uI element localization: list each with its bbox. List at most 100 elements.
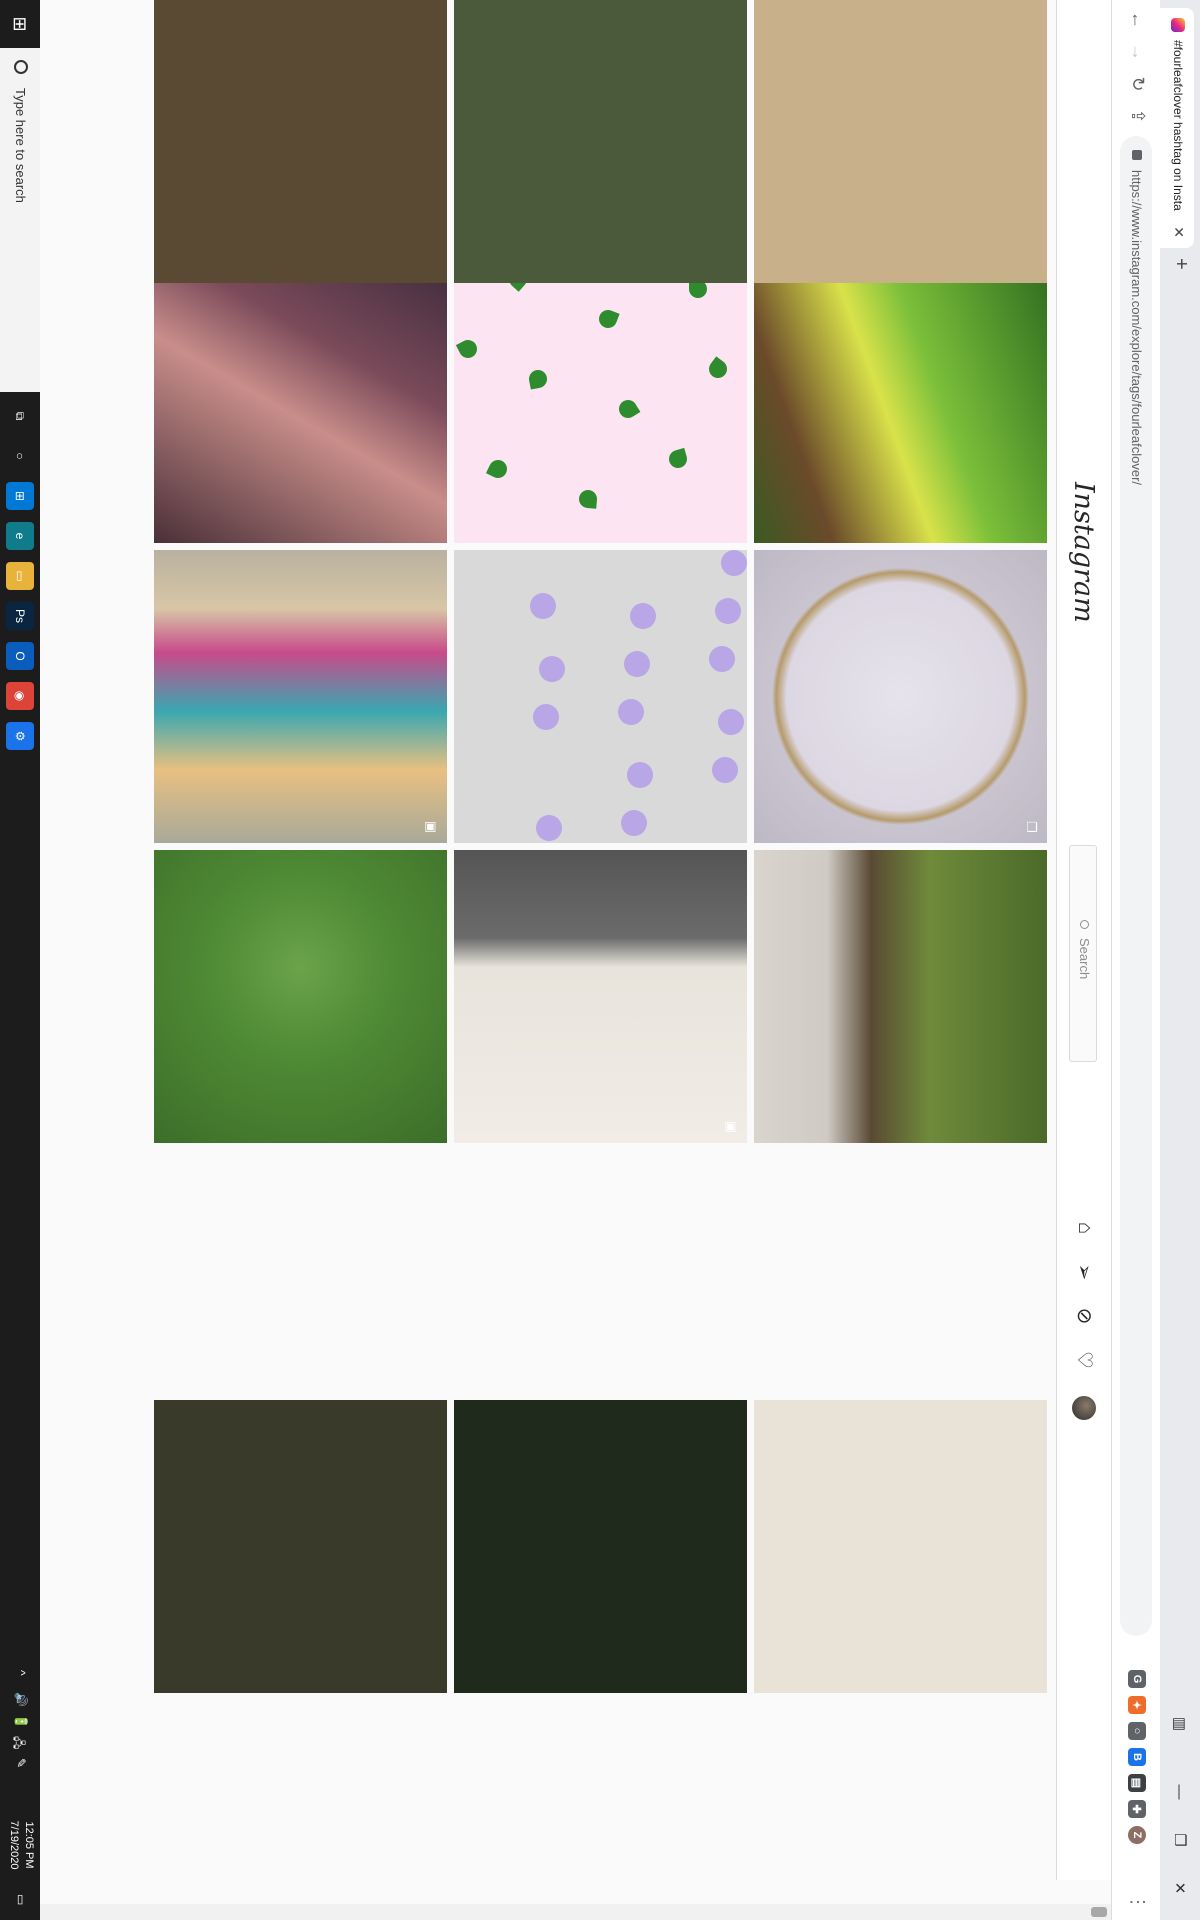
tab-title: #fourleafclover hashtag on Insta	[1171, 40, 1185, 211]
instagram-favicon-icon	[1171, 18, 1185, 32]
clover-shape	[596, 307, 620, 331]
clover-shape	[666, 447, 690, 471]
video-icon: ▣	[424, 820, 439, 834]
taskbar-search-box[interactable]: Type here to search	[0, 48, 40, 392]
browser-tab[interactable]: #fourleafclover hashtag on Insta ✕	[1160, 8, 1194, 248]
clover-shape	[578, 489, 598, 509]
search-icon	[14, 60, 28, 74]
direct-icon[interactable]: ➢	[1073, 1260, 1097, 1284]
browser-toolbar: ← → ↻ ⇪ https://www.instagram.com/explor…	[1111, 0, 1160, 1920]
post-clover-pattern-pink[interactable]	[454, 250, 747, 543]
browser-menu-icon[interactable]: ⋮	[1127, 1890, 1148, 1914]
clock-time: 12:05 PM	[23, 1821, 35, 1869]
network-icon[interactable]: 🖧	[7, 1736, 28, 1749]
post-partial[interactable]	[454, 1400, 747, 1693]
edge-icon[interactable]: e	[6, 522, 34, 550]
store-icon[interactable]: ⊞	[6, 482, 34, 510]
extension-blue-icon[interactable]: B	[1128, 1748, 1146, 1766]
activity-icon[interactable]: ♡	[1073, 1348, 1097, 1372]
clock-date: 7/19/2020	[8, 1820, 20, 1870]
post-partial[interactable]	[154, 0, 447, 283]
polka-dot	[530, 593, 556, 619]
post-group-photo[interactable]: ▣	[154, 550, 447, 843]
taskbar-search-placeholder: Type here to search	[13, 88, 28, 203]
polka-dot	[621, 810, 647, 836]
polka-dot	[627, 762, 653, 788]
battery-icon[interactable]: 🔋	[14, 1714, 28, 1729]
back-button[interactable]: ←	[1127, 8, 1148, 32]
windows-taskbar: ⊞ Type here to search ⧉ ○ ⊞ e ▭ Ps O ◉ ⚙ ^ 🔊 🔋 🖧 ✎ 1…	[0, 0, 40, 1920]
volume-icon[interactable]: 🔊	[14, 1692, 28, 1707]
post-man-in-plants[interactable]	[754, 250, 1047, 543]
polka-dot	[712, 757, 738, 783]
vertical-scroll-thumb[interactable]	[1091, 1907, 1107, 1917]
share-button[interactable]: ⇪	[1127, 104, 1148, 128]
profile-icon[interactable]: Z	[1128, 1826, 1146, 1844]
clover-shape	[705, 356, 731, 382]
polka-dot	[630, 603, 656, 629]
search-input[interactable]: Search	[1069, 845, 1097, 1062]
notifications-icon[interactable]: ▭	[14, 1894, 28, 1905]
clover-shape	[615, 396, 641, 422]
polka-dot	[533, 704, 559, 730]
post-partial[interactable]	[754, 0, 1047, 283]
post-framed-bird-art[interactable]: ▣	[454, 850, 747, 1143]
sidebar-toggle-icon[interactable]: ▥	[1160, 1700, 1200, 1748]
forward-button[interactable]: →	[1127, 40, 1148, 64]
clover-shape	[527, 368, 549, 390]
clover-shape	[455, 336, 481, 362]
post-pandora-castle[interactable]	[454, 550, 747, 843]
extension-dark-icon[interactable]: ▤	[1128, 1774, 1146, 1792]
explore-icon[interactable]: ⊘	[1073, 1304, 1097, 1328]
restore-button[interactable]: ❐	[1160, 1816, 1200, 1864]
task-view-icon[interactable]: ⧉	[6, 402, 34, 430]
lock-icon	[1132, 150, 1142, 160]
chrome-icon[interactable]: ◉	[6, 682, 34, 710]
clover-shape	[485, 456, 511, 482]
tab-close-icon[interactable]: ✕	[1170, 226, 1187, 238]
pen-icon[interactable]: ✎	[14, 1758, 28, 1768]
post-selfie-woman[interactable]	[154, 250, 447, 543]
search-icon	[1080, 920, 1089, 929]
post-partial[interactable]	[154, 1400, 447, 1693]
screen: #fourleafclover hashtag on Insta ✕ + ▥ —…	[0, 0, 1200, 1920]
extensions-puzzle-icon[interactable]: ✚	[1128, 1800, 1146, 1818]
home-icon[interactable]: ⌂	[1073, 1216, 1097, 1240]
polka-dot	[624, 651, 650, 677]
extension-g-icon[interactable]: G	[1128, 1670, 1146, 1688]
polka-dot	[718, 709, 744, 735]
instagram-header: Instagram Search ⌂ ➢ ⊘ ♡	[1056, 0, 1111, 1880]
new-tab-button[interactable]: +	[1170, 258, 1192, 270]
address-bar[interactable]: https://www.instagram.com/explore/tags/f…	[1120, 136, 1152, 1636]
settings-app-icon[interactable]: ⚙	[6, 722, 34, 750]
minimize-button[interactable]: —	[1160, 1768, 1200, 1816]
instagram-logo[interactable]: Instagram	[1068, 482, 1099, 623]
polka-dot	[715, 598, 741, 624]
file-explorer-icon[interactable]: ▭	[6, 562, 34, 590]
window-controls: ▥ — ❐ ✕	[1160, 1700, 1200, 1912]
post-clovers-in-hand[interactable]	[154, 850, 447, 1143]
extension-circle-icon[interactable]: ○	[1128, 1722, 1146, 1740]
reload-button[interactable]: ↻	[1127, 72, 1148, 96]
start-button[interactable]: ⊞	[0, 0, 40, 48]
profile-avatar[interactable]	[1072, 1396, 1096, 1420]
url-text[interactable]: https://www.instagram.com/explore/tags/f…	[1129, 170, 1144, 485]
vertical-scrollbar[interactable]	[16, 1904, 1111, 1920]
polka-dot	[709, 646, 735, 672]
video-icon: ▣	[724, 1120, 739, 1134]
polka-dot	[536, 815, 562, 841]
polka-dot	[618, 699, 644, 725]
clock[interactable]: 12:05 PM 7/19/2020	[6, 1810, 36, 1880]
close-window-button[interactable]: ✕	[1160, 1864, 1200, 1912]
search-placeholder: Search	[1077, 938, 1092, 980]
post-clover-on-ground[interactable]	[754, 850, 1047, 1143]
outlook-icon[interactable]: O	[6, 642, 34, 670]
photoshop-icon[interactable]: Ps	[6, 602, 34, 630]
post-partial[interactable]	[754, 1400, 1047, 1693]
polka-dot	[721, 550, 747, 576]
extension-orange-icon[interactable]: ✦	[1128, 1696, 1146, 1714]
tray-expand-icon[interactable]: ^	[14, 1670, 28, 1676]
cortana-icon[interactable]: ○	[6, 442, 34, 470]
post-partial[interactable]	[454, 0, 747, 283]
post-speckled-plate[interactable]: ❐	[754, 550, 1047, 843]
